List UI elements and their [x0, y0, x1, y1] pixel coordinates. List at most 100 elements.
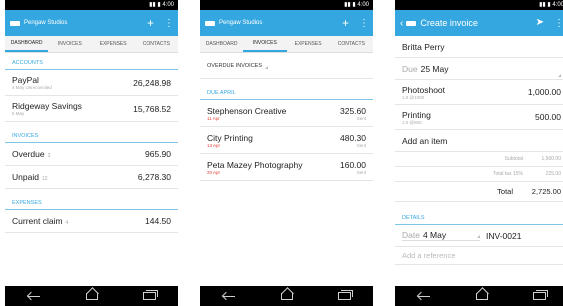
- invoice-filter-dropdown[interactable]: OVERDUE INVOICES: [200, 53, 373, 79]
- phone-dashboard: ▮▮ ▮ 4:00 Pengaw Studios + ⋮ DASHBOARD I…: [5, 0, 178, 306]
- tab-contacts[interactable]: CONTACTS: [330, 36, 373, 52]
- invoice-count: 12: [41, 176, 48, 182]
- contact-field[interactable]: Britta Perry: [395, 36, 563, 58]
- tax-value: 225.00: [545, 171, 561, 177]
- tab-dashboard[interactable]: DASHBOARD: [5, 36, 49, 52]
- tab-invoices[interactable]: INVOICES: [48, 36, 91, 52]
- expense-summary-row[interactable]: Current claim 4 144.50: [5, 210, 178, 233]
- total-label: Total: [497, 187, 513, 196]
- add-item-button[interactable]: Add an item: [395, 130, 563, 152]
- status-bar: ▮▮ ▮ 4:00: [395, 0, 563, 10]
- add-item-label: Add an item: [402, 135, 448, 146]
- line-item-detail: 1.0 @1000: [402, 94, 425, 100]
- tab-expenses[interactable]: EXPENSES: [92, 36, 135, 52]
- recent-apps-icon[interactable]: [532, 290, 548, 300]
- date-field[interactable]: Date 4 May: [402, 230, 480, 241]
- date-value: 4 May: [422, 230, 447, 240]
- account-row[interactable]: Ridgeway Savings 6 May 15,768.52: [5, 96, 178, 122]
- home-icon[interactable]: [475, 292, 488, 300]
- due-date-field[interactable]: Due 25 May: [395, 58, 563, 80]
- back-icon[interactable]: [222, 292, 236, 301]
- tab-expenses[interactable]: EXPENSES: [287, 36, 330, 52]
- app-title: Pengaw Studios: [219, 20, 263, 26]
- expense-summary-value: 144.50: [145, 216, 171, 226]
- app-logo-icon: [205, 20, 215, 26]
- back-icon[interactable]: [417, 292, 431, 301]
- line-item-amount: 1,000.00: [527, 87, 561, 97]
- home-icon[interactable]: [85, 292, 98, 300]
- section-expenses: EXPENSES: [5, 193, 178, 210]
- tab-bar: DASHBOARD INVOICES EXPENSES CONTACTS: [200, 36, 373, 53]
- invoice-number-field[interactable]: INV-0021: [486, 231, 521, 241]
- invoice-date: 20 Apr: [207, 169, 221, 175]
- invoice-status: Sent: [356, 142, 366, 148]
- account-sub: 6 May: [12, 111, 25, 116]
- line-item-amount: 500.00: [535, 112, 561, 122]
- invoice-contact: Stephenson Creative: [207, 105, 287, 116]
- invoice-summary-value: 6,278.30: [137, 172, 171, 182]
- overflow-menu-icon[interactable]: ⋮: [359, 18, 369, 29]
- invoice-date: 11 Apr: [207, 115, 220, 121]
- account-row[interactable]: PayPal 4 May Unreconciled 26,248.98: [5, 70, 178, 96]
- status-bar: ▮▮ ▮ 4:00: [200, 0, 373, 10]
- home-icon[interactable]: [280, 292, 293, 300]
- invoice-row[interactable]: City Printing 13 Apr 480.30 Sent: [200, 127, 373, 154]
- app-logo-icon: [406, 20, 417, 26]
- tab-contacts[interactable]: CONTACTS: [135, 36, 178, 52]
- invoice-summary-row[interactable]: Unpaid 12 6,278.30: [5, 166, 178, 189]
- section-accounts: ACCOUNTS: [5, 53, 178, 70]
- send-icon[interactable]: ➤: [536, 17, 544, 29]
- back-icon[interactable]: [27, 292, 41, 301]
- invoice-row[interactable]: Peta Mazey Photography 20 Apr 160.00 Sen…: [200, 154, 373, 181]
- account-name: PayPal: [12, 75, 39, 85]
- app-title: Pengaw Studios: [24, 20, 68, 26]
- reference-field[interactable]: Add a reference: [395, 247, 563, 265]
- tab-dashboard[interactable]: DASHBOARD: [200, 36, 243, 52]
- line-item-row[interactable]: Photoshoot 1.0 @1000 1,000.00: [395, 80, 563, 105]
- signal-battery-icon: ▮▮ ▮: [539, 2, 553, 8]
- line-item-row[interactable]: Printing 1.0 @500 500.00: [395, 105, 563, 130]
- status-time: 4:00: [162, 2, 174, 8]
- expense-summary-label: Current claim: [12, 216, 63, 226]
- filter-label: OVERDUE INVOICES: [207, 62, 263, 69]
- recent-apps-icon[interactable]: [142, 290, 158, 300]
- section-invoices: INVOICES: [5, 126, 178, 143]
- status-time: 4:00: [357, 2, 369, 8]
- overflow-menu-icon[interactable]: ⋮: [164, 18, 174, 29]
- invoice-row[interactable]: Stephenson Creative 11 Apr 325.60 Sent: [200, 100, 373, 127]
- system-nav-bar: [395, 286, 563, 306]
- add-icon[interactable]: +: [342, 17, 349, 29]
- subtotal-value: 1,500.00: [541, 156, 561, 162]
- phone-invoices: ▮▮ ▮ 4:00 Pengaw Studios + ⋮ DASHBOARD I…: [200, 0, 373, 306]
- system-nav-bar: [200, 286, 373, 306]
- recent-apps-icon[interactable]: [337, 290, 353, 300]
- section-details: DETAILS: [395, 208, 563, 225]
- subtotal-row: Subtotal 1,500.00: [395, 152, 563, 167]
- overflow-menu-icon[interactable]: ⋮: [554, 18, 563, 29]
- invoice-summary-value: 965.90: [145, 149, 171, 159]
- invoice-date: 13 Apr: [207, 142, 221, 148]
- line-item-name: Photoshoot: [402, 84, 446, 95]
- invoice-summary-row[interactable]: Overdue 3 965.90: [5, 143, 178, 166]
- details-row: Date 4 May INV-0021: [395, 225, 563, 247]
- signal-battery-icon: ▮▮ ▮: [344, 2, 358, 8]
- signal-battery-icon: ▮▮ ▮: [149, 2, 163, 8]
- add-icon[interactable]: +: [147, 17, 154, 29]
- dropdown-triangle-icon: [265, 65, 269, 69]
- account-balance: 15,768.52: [133, 103, 171, 114]
- dropdown-triangle-icon: [477, 235, 480, 238]
- section-due-april: DUE APRIL: [200, 83, 373, 100]
- tab-invoices[interactable]: INVOICES: [243, 36, 287, 52]
- reference-placeholder: Add a reference: [402, 251, 456, 260]
- account-balance: 26,248.98: [133, 77, 171, 88]
- system-nav-bar: [5, 286, 178, 306]
- invoice-contact: Peta Mazey Photography: [207, 159, 303, 170]
- expense-count: 4: [65, 220, 69, 226]
- invoice-amount: 325.60: [340, 105, 366, 116]
- tax-label: Total tax 15%: [492, 171, 523, 177]
- invoice-status: Sent: [356, 115, 366, 121]
- invoice-contact: City Printing: [207, 132, 253, 143]
- back-arrow-icon[interactable]: ‹: [400, 18, 403, 29]
- status-bar: ▮▮ ▮ 4:00: [5, 0, 178, 10]
- invoice-status: Sent: [356, 169, 366, 175]
